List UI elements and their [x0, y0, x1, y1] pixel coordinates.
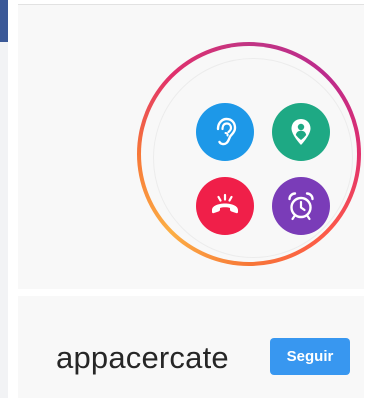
- hang-up-phone-icon: [196, 177, 254, 235]
- story-ring[interactable]: [137, 42, 361, 266]
- profile-header-card: [18, 4, 364, 289]
- story-ring-gap: [141, 46, 357, 262]
- follow-button[interactable]: Seguir: [270, 338, 350, 375]
- profile-username: appacercate: [56, 340, 229, 375]
- left-edge-strip: [0, 0, 8, 398]
- profile-info-bar: appacercate Seguir: [18, 296, 364, 398]
- alarm-clock-icon: [272, 177, 330, 235]
- left-edge-accent: [0, 0, 8, 42]
- avatar[interactable]: [153, 58, 353, 258]
- ear-icon: [196, 103, 254, 161]
- location-pin-icon: [272, 103, 330, 161]
